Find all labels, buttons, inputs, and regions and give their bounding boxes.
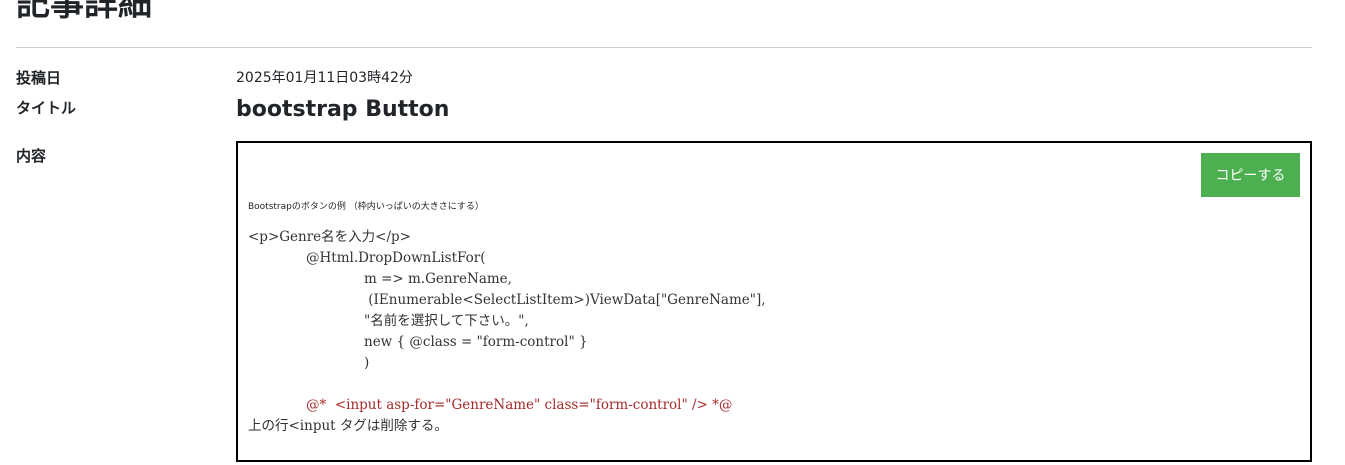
code-line: "名前を選択して下さい。", [364,313,529,329]
date-label: 投稿日 [16,69,62,87]
code-line: @Html.DropDownListFor( [306,250,486,266]
title-divider [16,47,1312,48]
title-label: タイトル [16,99,77,117]
code-block: <p>Genre名を入力</p> @Html.DropDownListFor( m … [248,227,766,437]
code-line: new { @class = "form-control" } [364,334,588,350]
code-line: (IEnumerable<SelectListItem>)ViewData["G… [364,292,766,308]
code-line: m => m.GenreName, [364,271,512,287]
code-line: 上の行<input タグは削除する。 [248,418,448,434]
copy-button[interactable]: コピーする [1201,153,1300,197]
content-label: 内容 [16,147,47,165]
article-title: bootstrap Button [236,97,450,122]
content-box: コピーする Bootstrapのボタンの例 （枠内いっぱいの大きさにする） <p… [236,141,1312,462]
date-value: 2025年01月11日03時42分 [236,70,413,86]
code-line: @* <input asp-for="GenreName" class="for… [306,397,733,413]
content-heading: Bootstrapのボタンの例 （枠内いっぱいの大きさにする） [248,202,484,212]
code-line: ) [364,355,370,371]
page-title: 記事詳細 [16,0,152,24]
code-line: <p>Genre名を入力</p> [248,229,411,245]
